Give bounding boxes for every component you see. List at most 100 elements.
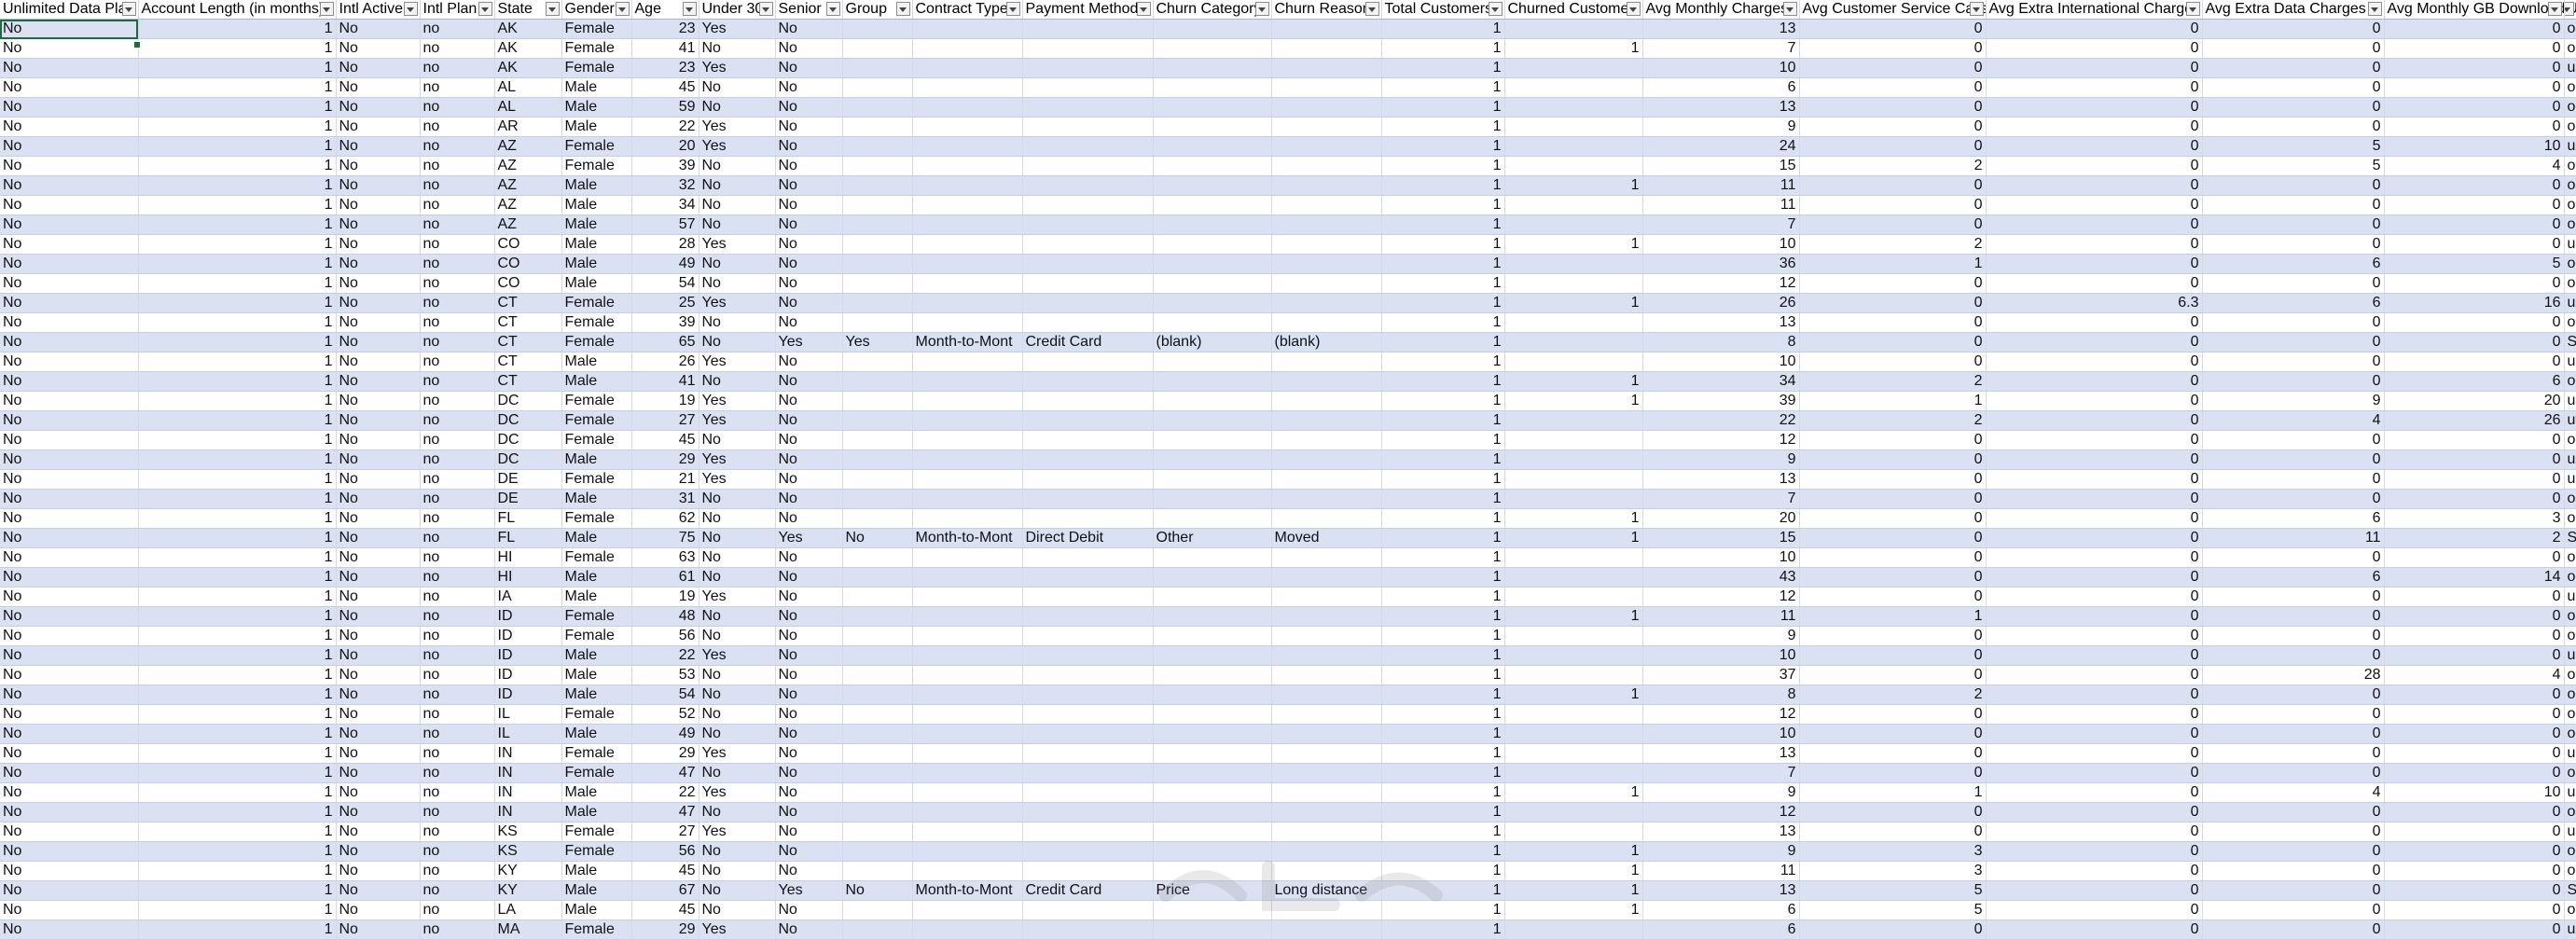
table-cell[interactable]: No <box>699 98 775 118</box>
table-cell[interactable]: No <box>699 548 775 568</box>
table-cell[interactable]: 0 <box>2384 470 2564 490</box>
table-cell[interactable]: 0 <box>1799 529 1986 548</box>
table-cell[interactable] <box>842 39 912 59</box>
table-cell[interactable] <box>842 685 912 705</box>
filter-dropdown-icon[interactable] <box>2368 2 2382 16</box>
column-header[interactable]: Avg Customer Service Calls <box>1799 0 1986 20</box>
table-cell[interactable]: 12 <box>1642 803 1799 822</box>
table-cell[interactable]: no <box>420 666 494 685</box>
table-cell[interactable]: 1 <box>1381 59 1504 78</box>
table-cell[interactable]: no <box>420 255 494 274</box>
table-cell[interactable] <box>912 78 1022 98</box>
table-cell[interactable]: No <box>0 137 138 157</box>
table-cell[interactable] <box>912 196 1022 215</box>
table-cell[interactable] <box>912 411 1022 431</box>
table-cell[interactable] <box>1153 118 1271 137</box>
table-cell[interactable]: 2 <box>1799 411 1986 431</box>
table-cell[interactable] <box>842 588 912 607</box>
table-cell[interactable]: No <box>775 39 842 59</box>
table-cell[interactable]: 0 <box>1799 196 1986 215</box>
table-cell[interactable]: 0 <box>2384 842 2564 862</box>
table-cell[interactable]: 0 <box>2384 235 2564 255</box>
table-cell[interactable]: No <box>699 490 775 509</box>
table-cell[interactable]: No <box>0 607 138 627</box>
column-header[interactable]: Intl Plan <box>420 0 494 20</box>
table-cell[interactable]: Month-to-Mont <box>912 529 1022 548</box>
table-cell[interactable]: 0 <box>2202 78 2384 98</box>
table-cell[interactable]: 39 <box>631 313 699 333</box>
table-cell[interactable]: No <box>336 20 420 39</box>
table-cell[interactable]: No <box>775 372 842 392</box>
table-cell[interactable]: Yes <box>699 352 775 372</box>
table-cell[interactable] <box>1022 392 1153 411</box>
table-cell[interactable] <box>1271 372 1381 392</box>
table-cell[interactable]: 1 <box>138 607 336 627</box>
table-cell[interactable]: 67 <box>631 881 699 901</box>
table-cell[interactable]: 0 <box>1986 137 2202 157</box>
table-cell[interactable]: 37 <box>1642 666 1799 685</box>
table-cell[interactable] <box>842 666 912 685</box>
table-cell[interactable]: 0 <box>1986 881 2202 901</box>
table-cell[interactable]: 32 <box>631 176 699 196</box>
table-cell[interactable]: 0 <box>1986 666 2202 685</box>
table-cell[interactable]: 10 <box>2384 137 2564 157</box>
filter-dropdown-icon[interactable] <box>759 2 773 16</box>
table-cell[interactable]: 0 <box>1799 646 1986 666</box>
table-cell[interactable] <box>1271 157 1381 176</box>
table-cell[interactable]: IN <box>494 803 561 822</box>
table-cell[interactable]: 27 <box>631 411 699 431</box>
table-cell[interactable]: Male <box>561 450 631 470</box>
table-cell[interactable] <box>1271 822 1381 842</box>
table-cell[interactable]: 0 <box>2384 333 2564 352</box>
table-cell[interactable]: 1 <box>1504 235 1642 255</box>
table-cell[interactable]: 1 <box>138 274 336 294</box>
table-cell[interactable] <box>1504 627 1642 646</box>
table-cell[interactable] <box>1271 509 1381 529</box>
table-cell[interactable] <box>1504 59 1642 78</box>
table-cell[interactable]: no <box>420 627 494 646</box>
table-cell[interactable]: 0 <box>1986 901 2202 920</box>
table-cell[interactable] <box>842 822 912 842</box>
table-cell[interactable]: Yes <box>699 137 775 157</box>
table-cell[interactable]: 5 <box>2202 157 2384 176</box>
table-cell[interactable]: no <box>420 176 494 196</box>
table-cell[interactable]: Long distance <box>1271 881 1381 901</box>
table-cell[interactable] <box>1153 294 1271 313</box>
table-cell[interactable] <box>1153 685 1271 705</box>
table-cell[interactable]: 2 <box>1799 372 1986 392</box>
table-cell[interactable]: Yes <box>775 881 842 901</box>
table-cell[interactable] <box>1022 215 1153 235</box>
table-cell[interactable]: 1 <box>1799 255 1986 274</box>
table-cell[interactable] <box>1504 313 1642 333</box>
table-cell[interactable] <box>1271 20 1381 39</box>
table-cell[interactable]: 0 <box>2202 470 2384 490</box>
table-cell[interactable] <box>1153 725 1271 744</box>
table-cell[interactable]: 0 <box>2384 920 2564 940</box>
table-cell[interactable]: 2 <box>1799 235 1986 255</box>
spreadsheet-grid[interactable]: Unlimited Data PlanAccount Length (in mo… <box>0 0 2576 933</box>
table-cell[interactable] <box>1504 490 1642 509</box>
table-cell[interactable]: no <box>420 725 494 744</box>
table-cell[interactable]: Male <box>561 862 631 881</box>
table-cell[interactable]: 29 <box>631 920 699 940</box>
table-cell[interactable]: No <box>0 646 138 666</box>
table-cell[interactable]: 9 <box>2202 392 2384 411</box>
table-cell[interactable] <box>1022 685 1153 705</box>
table-cell[interactable]: No <box>775 744 842 764</box>
table-cell[interactable]: 0 <box>1799 137 1986 157</box>
table-cell[interactable] <box>912 372 1022 392</box>
table-cell[interactable] <box>912 920 1022 940</box>
table-cell[interactable]: 1 <box>1799 392 1986 411</box>
table-cell[interactable] <box>1022 411 1153 431</box>
table-cell[interactable]: No <box>336 78 420 98</box>
table-cell[interactable]: 34 <box>631 196 699 215</box>
table-cell[interactable]: 0 <box>2202 842 2384 862</box>
table-cell[interactable]: Female <box>561 431 631 450</box>
table-cell[interactable]: 39 <box>1642 392 1799 411</box>
table-cell[interactable]: FL <box>494 509 561 529</box>
table-cell[interactable] <box>1504 744 1642 764</box>
filter-dropdown-icon[interactable] <box>683 2 697 16</box>
filter-dropdown-icon[interactable] <box>1365 2 1379 16</box>
table-cell[interactable]: 4 <box>2384 157 2564 176</box>
table-cell[interactable]: No <box>0 98 138 118</box>
